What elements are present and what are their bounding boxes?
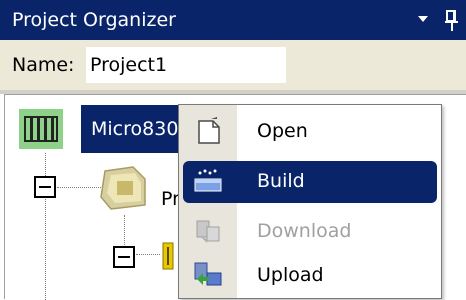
tree-node-micro830[interactable]: Micro830 bbox=[11, 105, 183, 153]
project-name-value: Project1 bbox=[90, 54, 168, 76]
tree-node-label: Micro830 bbox=[91, 118, 179, 140]
collapse-toggle[interactable] bbox=[34, 176, 56, 198]
download-icon bbox=[196, 220, 220, 243]
upload-icon bbox=[194, 262, 222, 286]
panel-title: Project Organizer bbox=[12, 9, 176, 31]
tree-guide-line bbox=[57, 187, 101, 188]
menu-item-build[interactable]: Build bbox=[179, 159, 441, 203]
title-bar: Project Organizer bbox=[0, 0, 466, 40]
project-name-field[interactable]: Project1 bbox=[86, 47, 286, 83]
menu-item-label: Download bbox=[257, 220, 352, 242]
project-header: Name: Project1 bbox=[0, 40, 466, 90]
controller-icon bbox=[19, 109, 63, 149]
menu-item-download[interactable]: Download bbox=[179, 209, 441, 253]
open-document-icon bbox=[198, 117, 220, 144]
name-label: Name: bbox=[12, 54, 75, 76]
menu-item-upload[interactable]: Upload bbox=[179, 253, 441, 297]
menu-item-label: Build bbox=[257, 170, 305, 192]
pin-icon[interactable] bbox=[444, 9, 460, 33]
tree-node-selection: Micro830 bbox=[81, 105, 183, 153]
programs-folder-icon bbox=[100, 166, 146, 210]
menu-item-label: Upload bbox=[257, 264, 324, 286]
build-icon bbox=[194, 169, 222, 192]
chevron-down-icon[interactable] bbox=[418, 16, 428, 22]
tree-guide-line bbox=[136, 254, 160, 255]
collapse-toggle[interactable] bbox=[113, 246, 135, 268]
context-menu: Open Build Download Upload bbox=[178, 104, 442, 299]
menu-item-open[interactable]: Open bbox=[179, 109, 441, 153]
menu-item-label: Open bbox=[257, 120, 308, 142]
